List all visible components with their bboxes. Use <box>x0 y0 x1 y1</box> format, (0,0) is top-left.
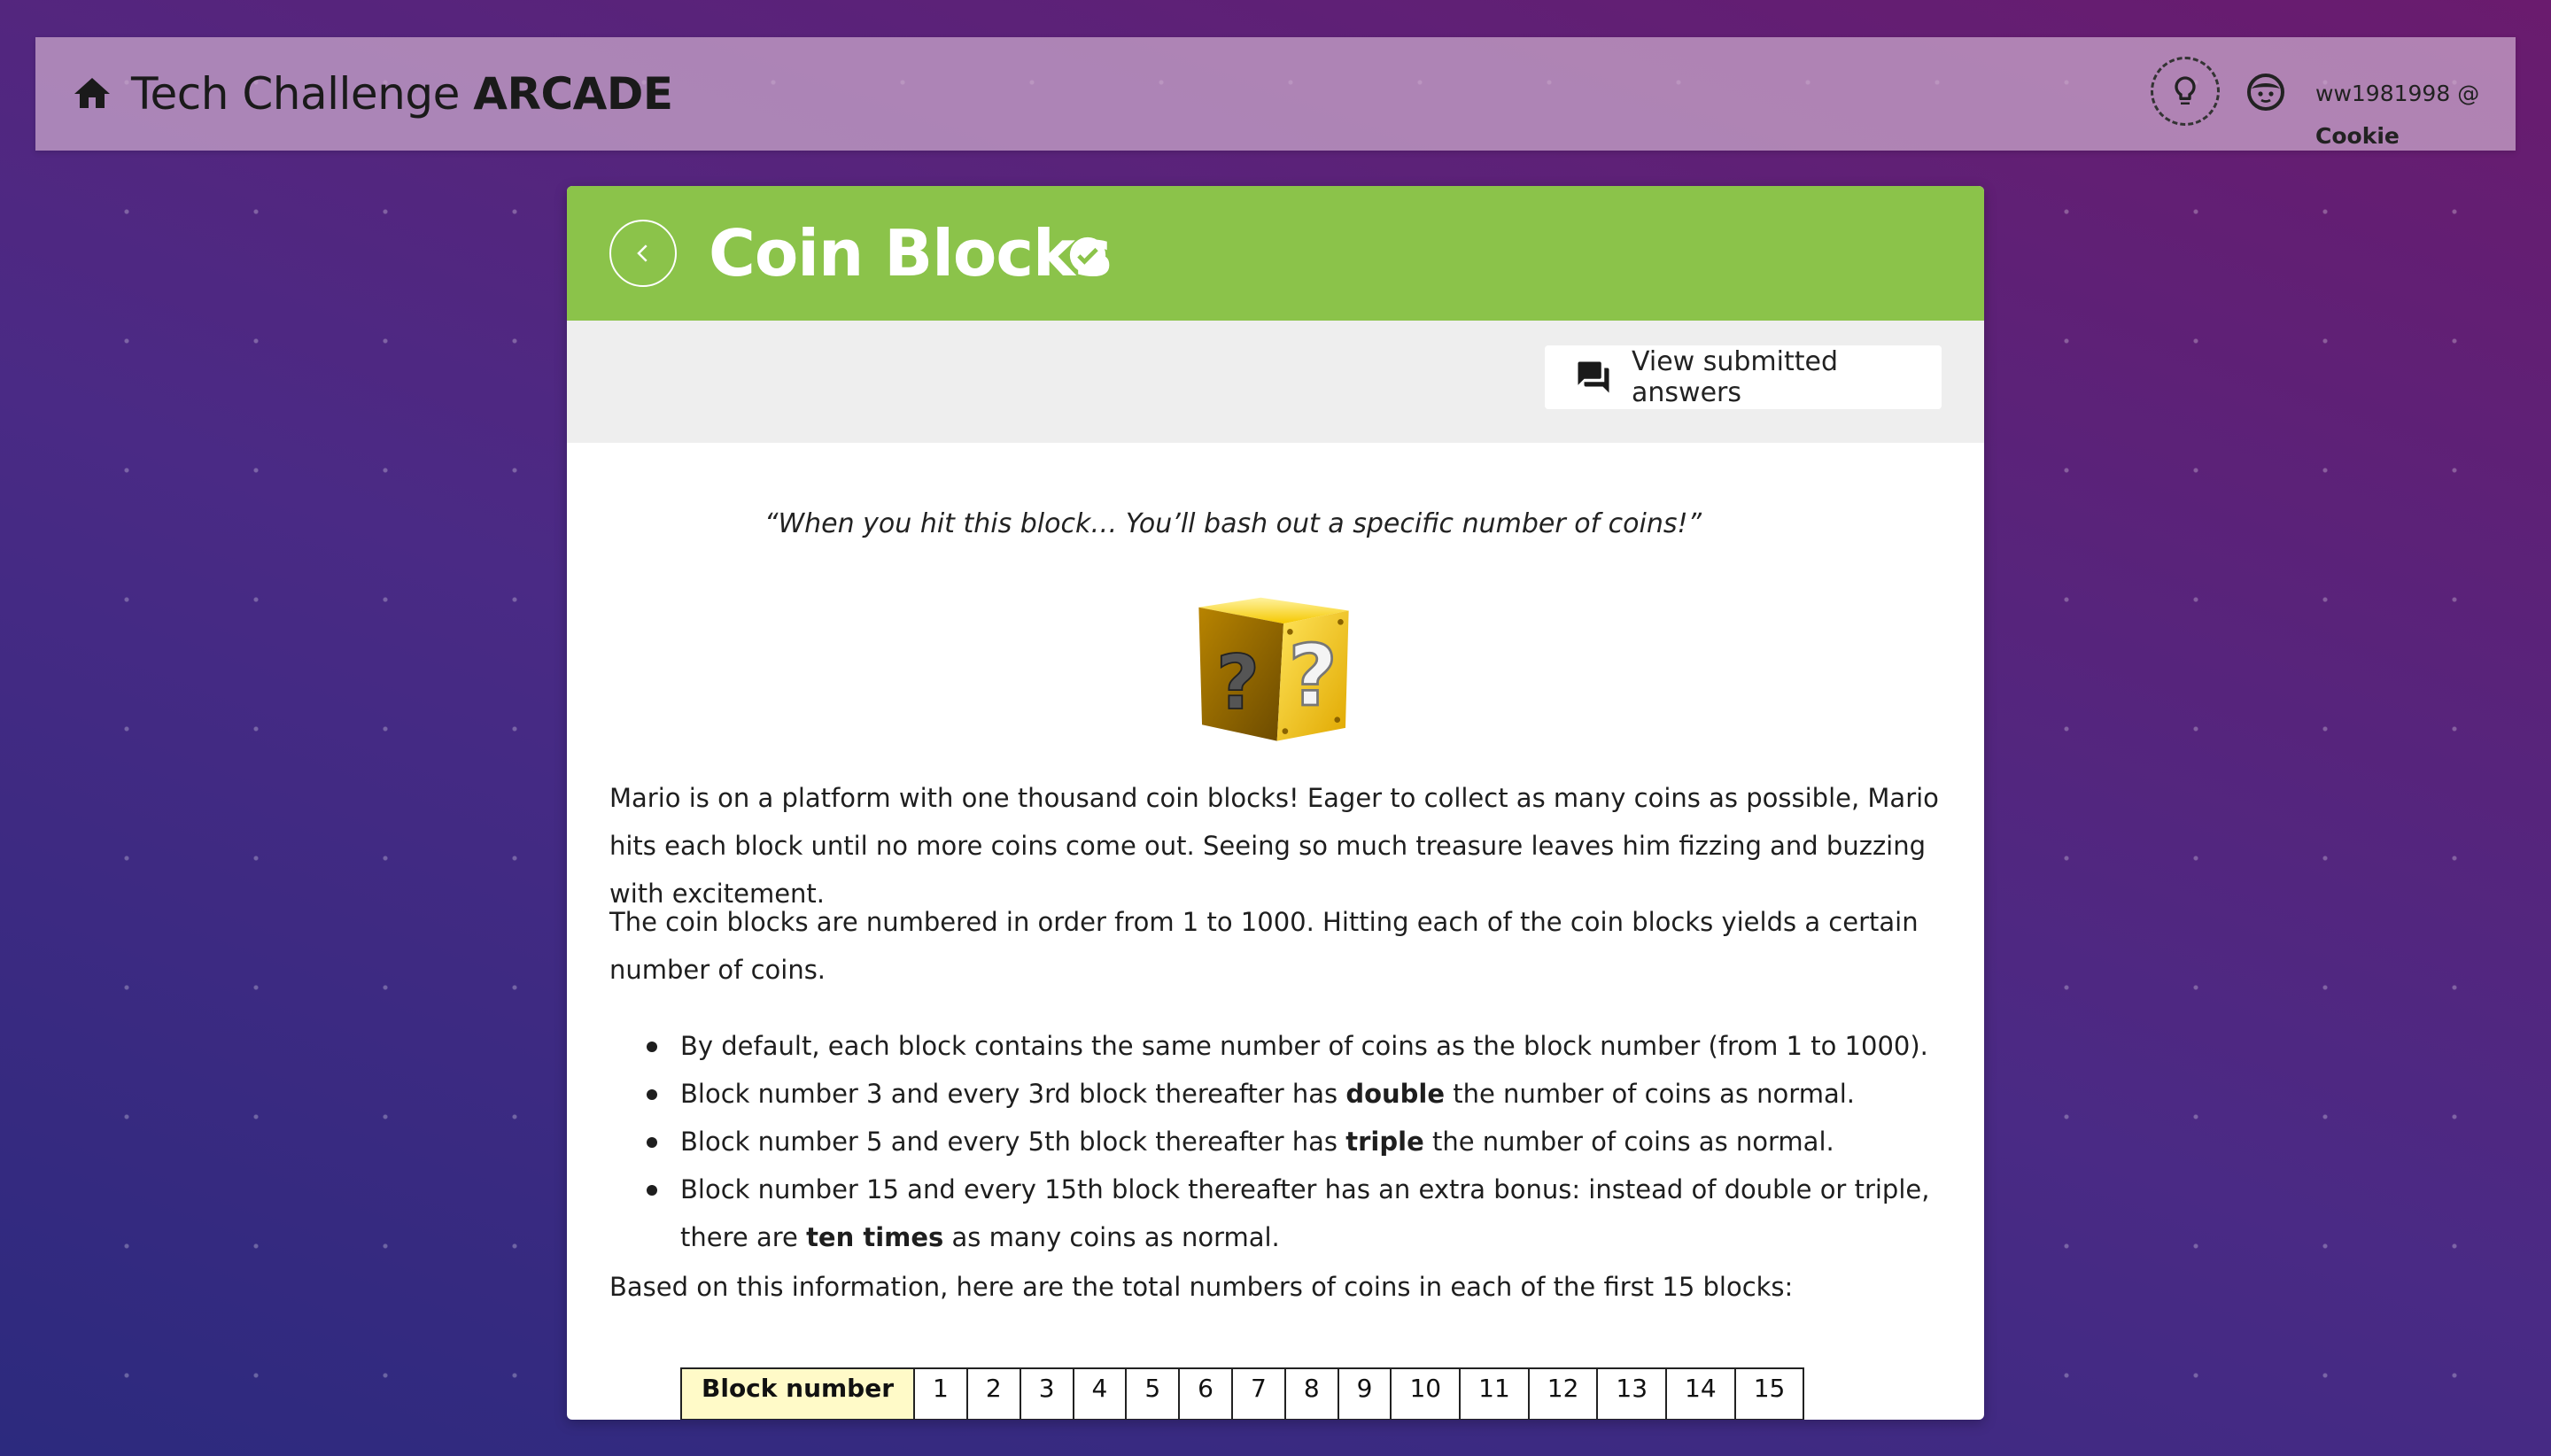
brand-name-light: Tech Challenge <box>131 68 460 120</box>
table-cell: 12 <box>1527 1367 1599 1420</box>
coins-table-container: Block number 1 2 3 4 5 6 7 8 9 10 11 12 … <box>680 1367 1876 1420</box>
table-cell: 8 <box>1283 1367 1339 1420</box>
table-cell: 4 <box>1072 1367 1128 1420</box>
coins-table: Block number 1 2 3 4 5 6 7 8 9 10 11 12 … <box>680 1367 1805 1420</box>
top-navigation-bar: Tech Challenge ARCADE ww1981998 @ Cookie <box>35 37 2516 151</box>
user-account[interactable]: ww1981998 @ Cookie <box>2315 73 2516 149</box>
table-cell: 2 <box>965 1367 1021 1420</box>
brand-logo[interactable]: Tech Challenge ARCADE <box>131 64 673 124</box>
challenge-header: Coin Blocks <box>567 186 1984 321</box>
challenge-title: Coin Blocks <box>709 216 1113 290</box>
hint-button[interactable] <box>2151 57 2220 126</box>
rule-item: Block number 5 and every 5th block there… <box>609 1118 1942 1166</box>
svg-text:?: ? <box>1216 639 1260 726</box>
rules-list: By default, each block contains the same… <box>609 1022 1942 1261</box>
rule-item: Block number 3 and every 3rd block there… <box>609 1070 1942 1118</box>
brand-name-heavy: ARCADE <box>473 68 673 120</box>
rule-item: By default, each block contains the same… <box>609 1022 1942 1070</box>
chevron-left-icon <box>637 244 647 262</box>
user-nickname: Cookie <box>2315 123 2400 149</box>
svg-text:?: ? <box>1288 626 1338 725</box>
table-cell: 1 <box>913 1367 968 1420</box>
challenge-toolbar: View submitted answers <box>567 321 1984 443</box>
table-cell: 7 <box>1231 1367 1286 1420</box>
table-cell: 14 <box>1665 1367 1736 1420</box>
table-cell: 5 <box>1125 1367 1181 1420</box>
face-icon[interactable] <box>2245 71 2287 113</box>
rule-item: Block number 15 and every 15th block the… <box>609 1166 1942 1261</box>
check-circle-icon <box>1069 236 1106 274</box>
numbering-paragraph: The coin blocks are numbered in order fr… <box>609 907 1919 985</box>
lightbulb-icon <box>2175 76 2196 105</box>
table-intro-paragraph: Based on this information, here are the … <box>609 1272 1794 1302</box>
challenge-card: Coin Blocks View submitted answers “When… <box>567 186 1984 1420</box>
view-submitted-answers-label: View submitted answers <box>1632 346 1839 408</box>
username: ww1981998 <box>2315 81 2451 106</box>
table-header-cell: Block number <box>680 1367 916 1420</box>
forum-icon <box>1578 361 1609 393</box>
at-sign: @ <box>2457 81 2480 106</box>
intro-paragraph: Mario is on a platform with one thousand… <box>609 783 1939 909</box>
table-cell: 3 <box>1019 1367 1074 1420</box>
table-cell: 13 <box>1596 1367 1668 1420</box>
table-cell: 11 <box>1459 1367 1530 1420</box>
challenge-quote: “When you hit this block… You’ll bash ou… <box>764 508 1702 539</box>
table-cell: 6 <box>1178 1367 1233 1420</box>
question-block-image: ? ? <box>1198 597 1349 741</box>
table-row: Block number 1 2 3 4 5 6 7 8 9 10 11 12 … <box>680 1367 1805 1420</box>
table-cell: 15 <box>1733 1367 1805 1420</box>
back-button[interactable] <box>609 220 677 287</box>
table-cell: 9 <box>1337 1367 1392 1420</box>
view-submitted-answers-button[interactable]: View submitted answers <box>1545 345 1942 409</box>
table-cell: 10 <box>1390 1367 1462 1420</box>
home-icon[interactable] <box>71 73 113 115</box>
